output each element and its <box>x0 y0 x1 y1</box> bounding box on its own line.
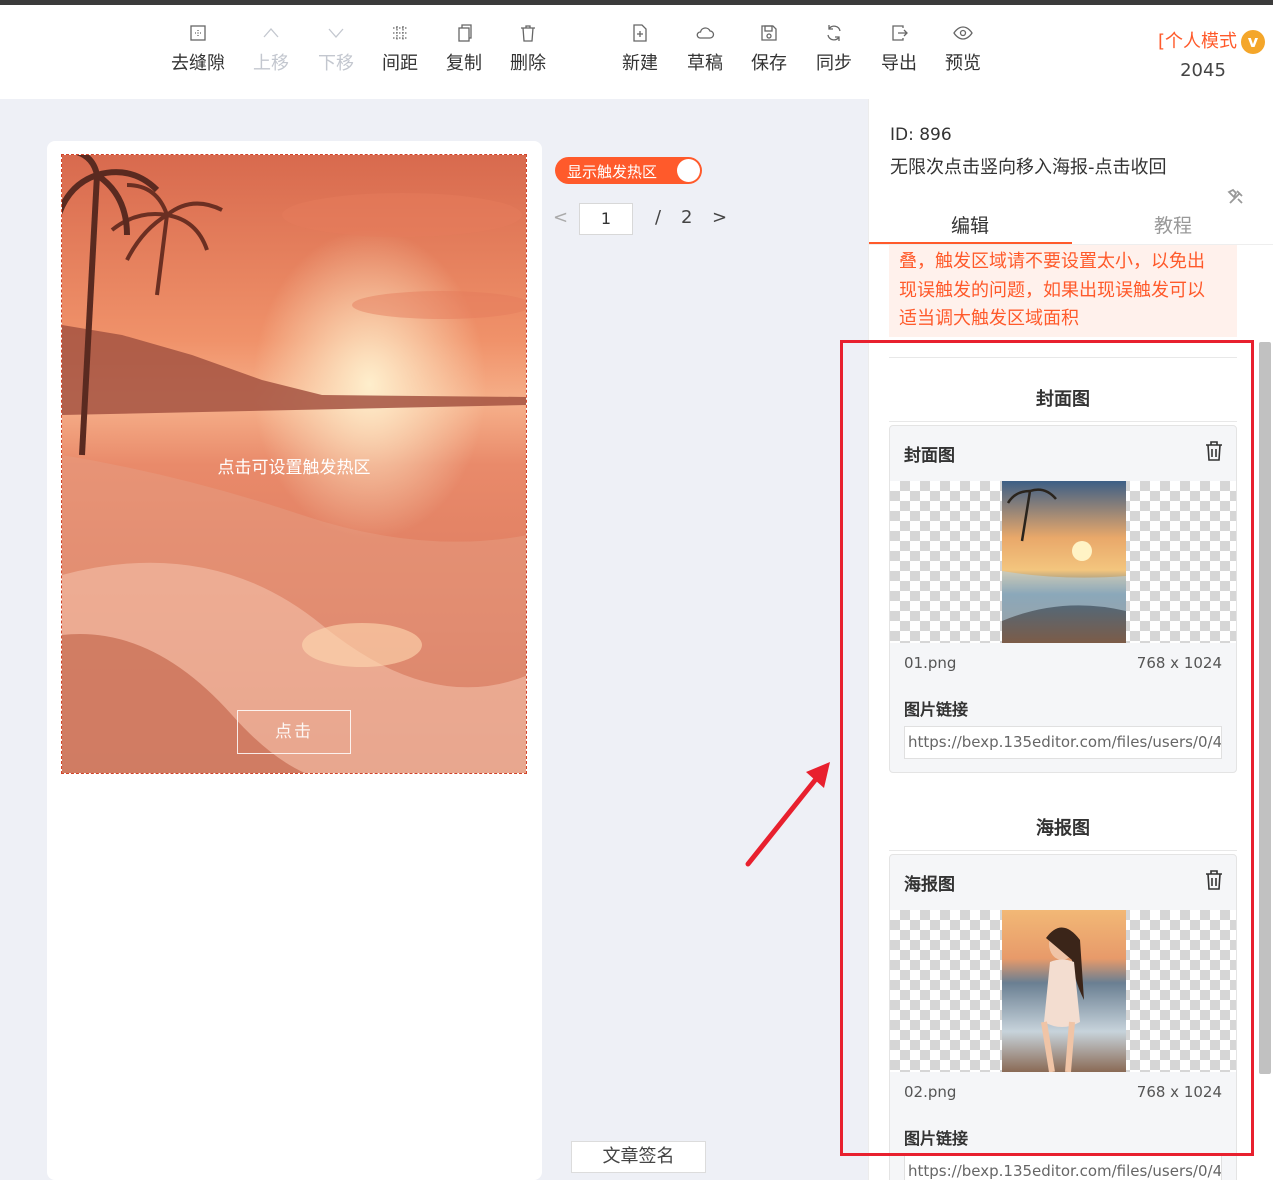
article-signature-button[interactable]: 文章签名 <box>571 1141 706 1173</box>
move-down-label: 下移 <box>318 53 354 74</box>
export-label: 导出 <box>881 53 917 74</box>
page-prev-button[interactable]: < <box>553 207 568 228</box>
new-label: 新建 <box>622 53 658 74</box>
toggle-knob <box>677 159 700 182</box>
delete-label: 删除 <box>510 53 546 74</box>
notice-line-3: 适当调大触发区域面积 <box>899 308 1079 329</box>
sync-label: 同步 <box>816 53 852 74</box>
chevron-down-icon <box>328 28 344 38</box>
move-up-label: 上移 <box>253 53 289 74</box>
export-icon <box>892 25 908 41</box>
editor-toolbar: 去缝隙 上移 下移 间距 复制 删除 新建 草稿 保存 同步 导出 预览 [个人… <box>0 5 1273 99</box>
cloud-icon <box>696 27 715 39</box>
tab-edit[interactable]: 编辑 <box>951 211 989 238</box>
save-button[interactable]: 保存 <box>734 23 804 75</box>
notice-line-1: 叠，触发区域请不要设置太小，以免出 <box>899 251 1205 272</box>
move-down-button[interactable]: 下移 <box>301 23 371 75</box>
poster-link-input[interactable]: https://bexp.135editor.com/files/users/0… <box>904 1155 1222 1180</box>
new-button[interactable]: 新建 <box>605 23 675 75</box>
save-label: 保存 <box>751 53 787 74</box>
highlight-annotation-box <box>840 340 1254 1156</box>
copy-label: 复制 <box>446 53 482 74</box>
tab-tutorial[interactable]: 教程 <box>1154 211 1192 238</box>
active-tab-indicator <box>869 242 1072 244</box>
sync-icon <box>827 25 841 41</box>
hotspot-hint: 点击可设置触发热区 <box>217 458 371 478</box>
gap-remove-icon <box>190 25 206 41</box>
trash-icon <box>521 25 535 42</box>
draft-label: 草稿 <box>687 53 723 74</box>
annotation-arrow-icon <box>745 762 830 867</box>
preview-label: 预览 <box>945 53 981 74</box>
points-count: 2045 <box>1180 60 1226 81</box>
remove-gap-button[interactable]: 去缝隙 <box>163 23 233 75</box>
page-separator: / <box>655 207 662 228</box>
spacing-icon <box>393 26 407 40</box>
spacing-label: 间距 <box>382 53 418 74</box>
draft-button[interactable]: 草稿 <box>670 23 740 75</box>
chevron-up-icon <box>263 28 279 38</box>
show-hotspot-toggle[interactable]: 显示触发热区 <box>555 157 702 184</box>
template-title: 无限次点击竖向移入海报-点击收回 <box>890 157 1167 178</box>
notice-line-2: 现误触发的问题，如果出现误触发可以 <box>899 279 1205 301</box>
delete-button[interactable]: 删除 <box>493 23 563 75</box>
template-id: ID: 896 <box>890 125 952 145</box>
eye-icon <box>953 26 973 40</box>
page-next-button[interactable]: > <box>712 207 727 228</box>
copy-icon <box>458 24 472 42</box>
hotspot-notice: 叠，触发区域请不要设置太小，以免出 现误触发的问题，如果出现误触发可以 适当调大… <box>889 245 1237 337</box>
save-icon <box>761 25 777 41</box>
poster-click-button[interactable]: 点击 <box>237 710 351 754</box>
vip-badge: v <box>1241 30 1265 54</box>
copy-button[interactable]: 复制 <box>429 23 499 75</box>
panel-scrollbar[interactable] <box>1259 342 1271 1074</box>
panel-tabs: 编辑 教程 <box>869 203 1273 245</box>
personal-mode-switch[interactable]: [个人模式 <box>1158 27 1237 53</box>
page-total: 2 <box>681 207 693 228</box>
sync-button[interactable]: 同步 <box>799 23 869 75</box>
poster-preview[interactable]: 点击可设置触发热区 点击 <box>61 154 527 774</box>
page-number-input[interactable]: 1 <box>579 203 633 235</box>
remove-gap-label: 去缝隙 <box>171 53 225 74</box>
show-hotspot-label: 显示触发热区 <box>567 163 658 181</box>
new-file-icon <box>633 24 647 42</box>
spacing-button[interactable]: 间距 <box>365 23 435 75</box>
move-up-button[interactable]: 上移 <box>236 23 306 75</box>
preview-button[interactable]: 预览 <box>928 23 998 75</box>
export-button[interactable]: 导出 <box>864 23 934 75</box>
